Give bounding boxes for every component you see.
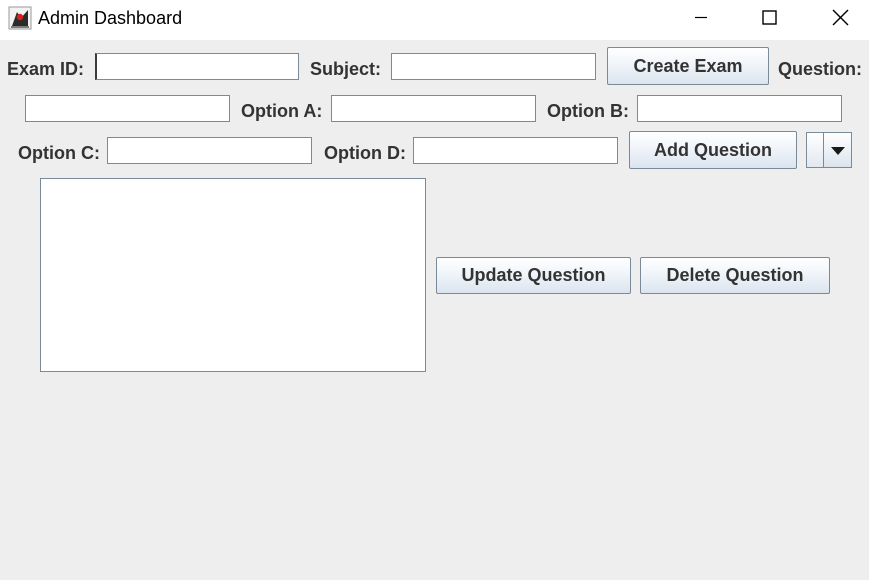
- maximize-button[interactable]: [746, 0, 792, 36]
- add-question-button[interactable]: Add Question: [629, 131, 797, 169]
- java-duke-icon: [8, 6, 32, 30]
- close-button[interactable]: [817, 0, 863, 36]
- option-c-label: Option C:: [18, 143, 100, 163]
- question-list[interactable]: [40, 178, 426, 372]
- exam-selector-value[interactable]: [806, 132, 824, 168]
- update-question-button[interactable]: Update Question: [436, 257, 631, 294]
- minimize-button[interactable]: [677, 0, 723, 36]
- subject-field[interactable]: [391, 53, 596, 80]
- option-a-field[interactable]: [331, 95, 536, 122]
- create-exam-button[interactable]: Create Exam: [607, 47, 769, 85]
- question-label: Question:: [778, 59, 862, 79]
- option-d-field[interactable]: [413, 137, 618, 164]
- option-a-label: Option A:: [241, 101, 323, 121]
- option-c-field[interactable]: [107, 137, 312, 164]
- question-field[interactable]: [25, 95, 230, 122]
- option-b-label: Option B:: [547, 101, 629, 121]
- delete-question-button[interactable]: Delete Question: [640, 257, 830, 294]
- exam-id-field[interactable]: [95, 53, 299, 80]
- option-b-field[interactable]: [637, 95, 842, 122]
- exam-id-label: Exam ID:: [7, 59, 85, 79]
- subject-label: Subject:: [310, 59, 382, 79]
- dropdown-arrow-button[interactable]: [823, 132, 852, 168]
- title-bar[interactable]: Admin Dashboard: [0, 0, 869, 40]
- window-title: Admin Dashboard: [38, 8, 183, 28]
- exam-selector-dropdown[interactable]: [806, 132, 852, 168]
- admin-dashboard-window: Admin Dashboard Exam ID: Subject: Create…: [0, 0, 869, 580]
- option-d-label: Option D:: [324, 143, 406, 163]
